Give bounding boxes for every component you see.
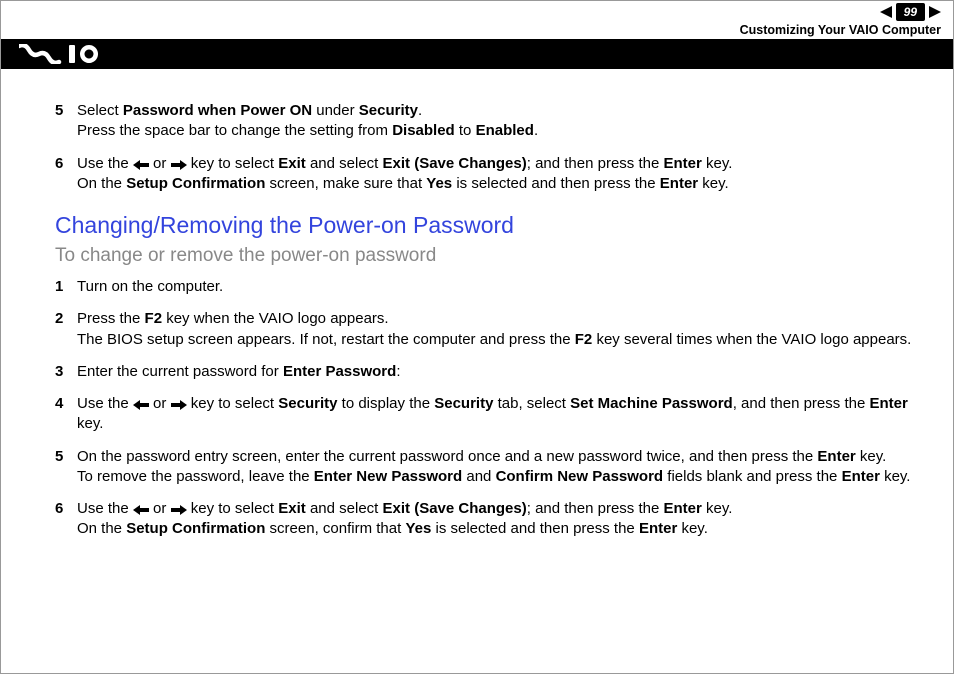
step-number: 5 bbox=[55, 101, 77, 142]
step-row: 5On the password entry screen, enter the… bbox=[55, 447, 925, 488]
step-number: 1 bbox=[55, 277, 77, 297]
step-row: 1Turn on the computer. bbox=[55, 277, 925, 297]
arrow-left-icon bbox=[133, 505, 149, 515]
section-title: Changing/Removing the Power-on Password bbox=[55, 212, 925, 239]
arrow-right-icon bbox=[171, 400, 187, 410]
content-area: 5Select Password when Power ON under Sec… bbox=[1, 69, 953, 540]
step-number: 6 bbox=[55, 154, 77, 195]
step-row: 4Use the or key to select Security to di… bbox=[55, 394, 925, 435]
intro-steps: 5Select Password when Power ON under Sec… bbox=[55, 101, 925, 194]
breadcrumb: Customizing Your VAIO Computer bbox=[740, 23, 941, 37]
step-row: 6Use the or key to select Exit and selec… bbox=[55, 154, 925, 195]
page-number: 99 bbox=[896, 3, 925, 21]
step-number: 2 bbox=[55, 309, 77, 350]
arrow-left-icon bbox=[133, 400, 149, 410]
step-text: On the password entry screen, enter the … bbox=[77, 447, 925, 488]
step-text: Press the F2 key when the VAIO logo appe… bbox=[77, 309, 925, 350]
main-steps: 1Turn on the computer.2Press the F2 key … bbox=[55, 277, 925, 540]
breadcrumb-row: Customizing Your VAIO Computer bbox=[1, 23, 953, 39]
arrow-left-icon bbox=[133, 160, 149, 170]
sub-title: To change or remove the power-on passwor… bbox=[55, 245, 925, 267]
step-text: Use the or key to select Security to dis… bbox=[77, 394, 925, 435]
step-text: Turn on the computer. bbox=[77, 277, 925, 297]
top-nav-bar: 99 bbox=[1, 1, 953, 23]
step-row: 3Enter the current password for Enter Pa… bbox=[55, 362, 925, 382]
step-text: Use the or key to select Exit and select… bbox=[77, 154, 925, 195]
page-container: 99 Customizing Your VAIO Computer 5Selec… bbox=[0, 0, 954, 674]
step-row: 2Press the F2 key when the VAIO logo app… bbox=[55, 309, 925, 350]
step-number: 6 bbox=[55, 499, 77, 540]
arrow-right-icon bbox=[171, 160, 187, 170]
step-number: 5 bbox=[55, 447, 77, 488]
header-bar bbox=[1, 39, 953, 69]
arrow-right-icon bbox=[171, 505, 187, 515]
vaio-logo-icon bbox=[19, 44, 111, 64]
step-number: 3 bbox=[55, 362, 77, 382]
next-page-icon[interactable] bbox=[929, 5, 943, 19]
step-text: Select Password when Power ON under Secu… bbox=[77, 101, 925, 142]
step-row: 5Select Password when Power ON under Sec… bbox=[55, 101, 925, 142]
step-text: Use the or key to select Exit and select… bbox=[77, 499, 925, 540]
prev-page-icon[interactable] bbox=[878, 5, 892, 19]
step-text: Enter the current password for Enter Pas… bbox=[77, 362, 925, 382]
step-number: 4 bbox=[55, 394, 77, 435]
step-row: 6Use the or key to select Exit and selec… bbox=[55, 499, 925, 540]
